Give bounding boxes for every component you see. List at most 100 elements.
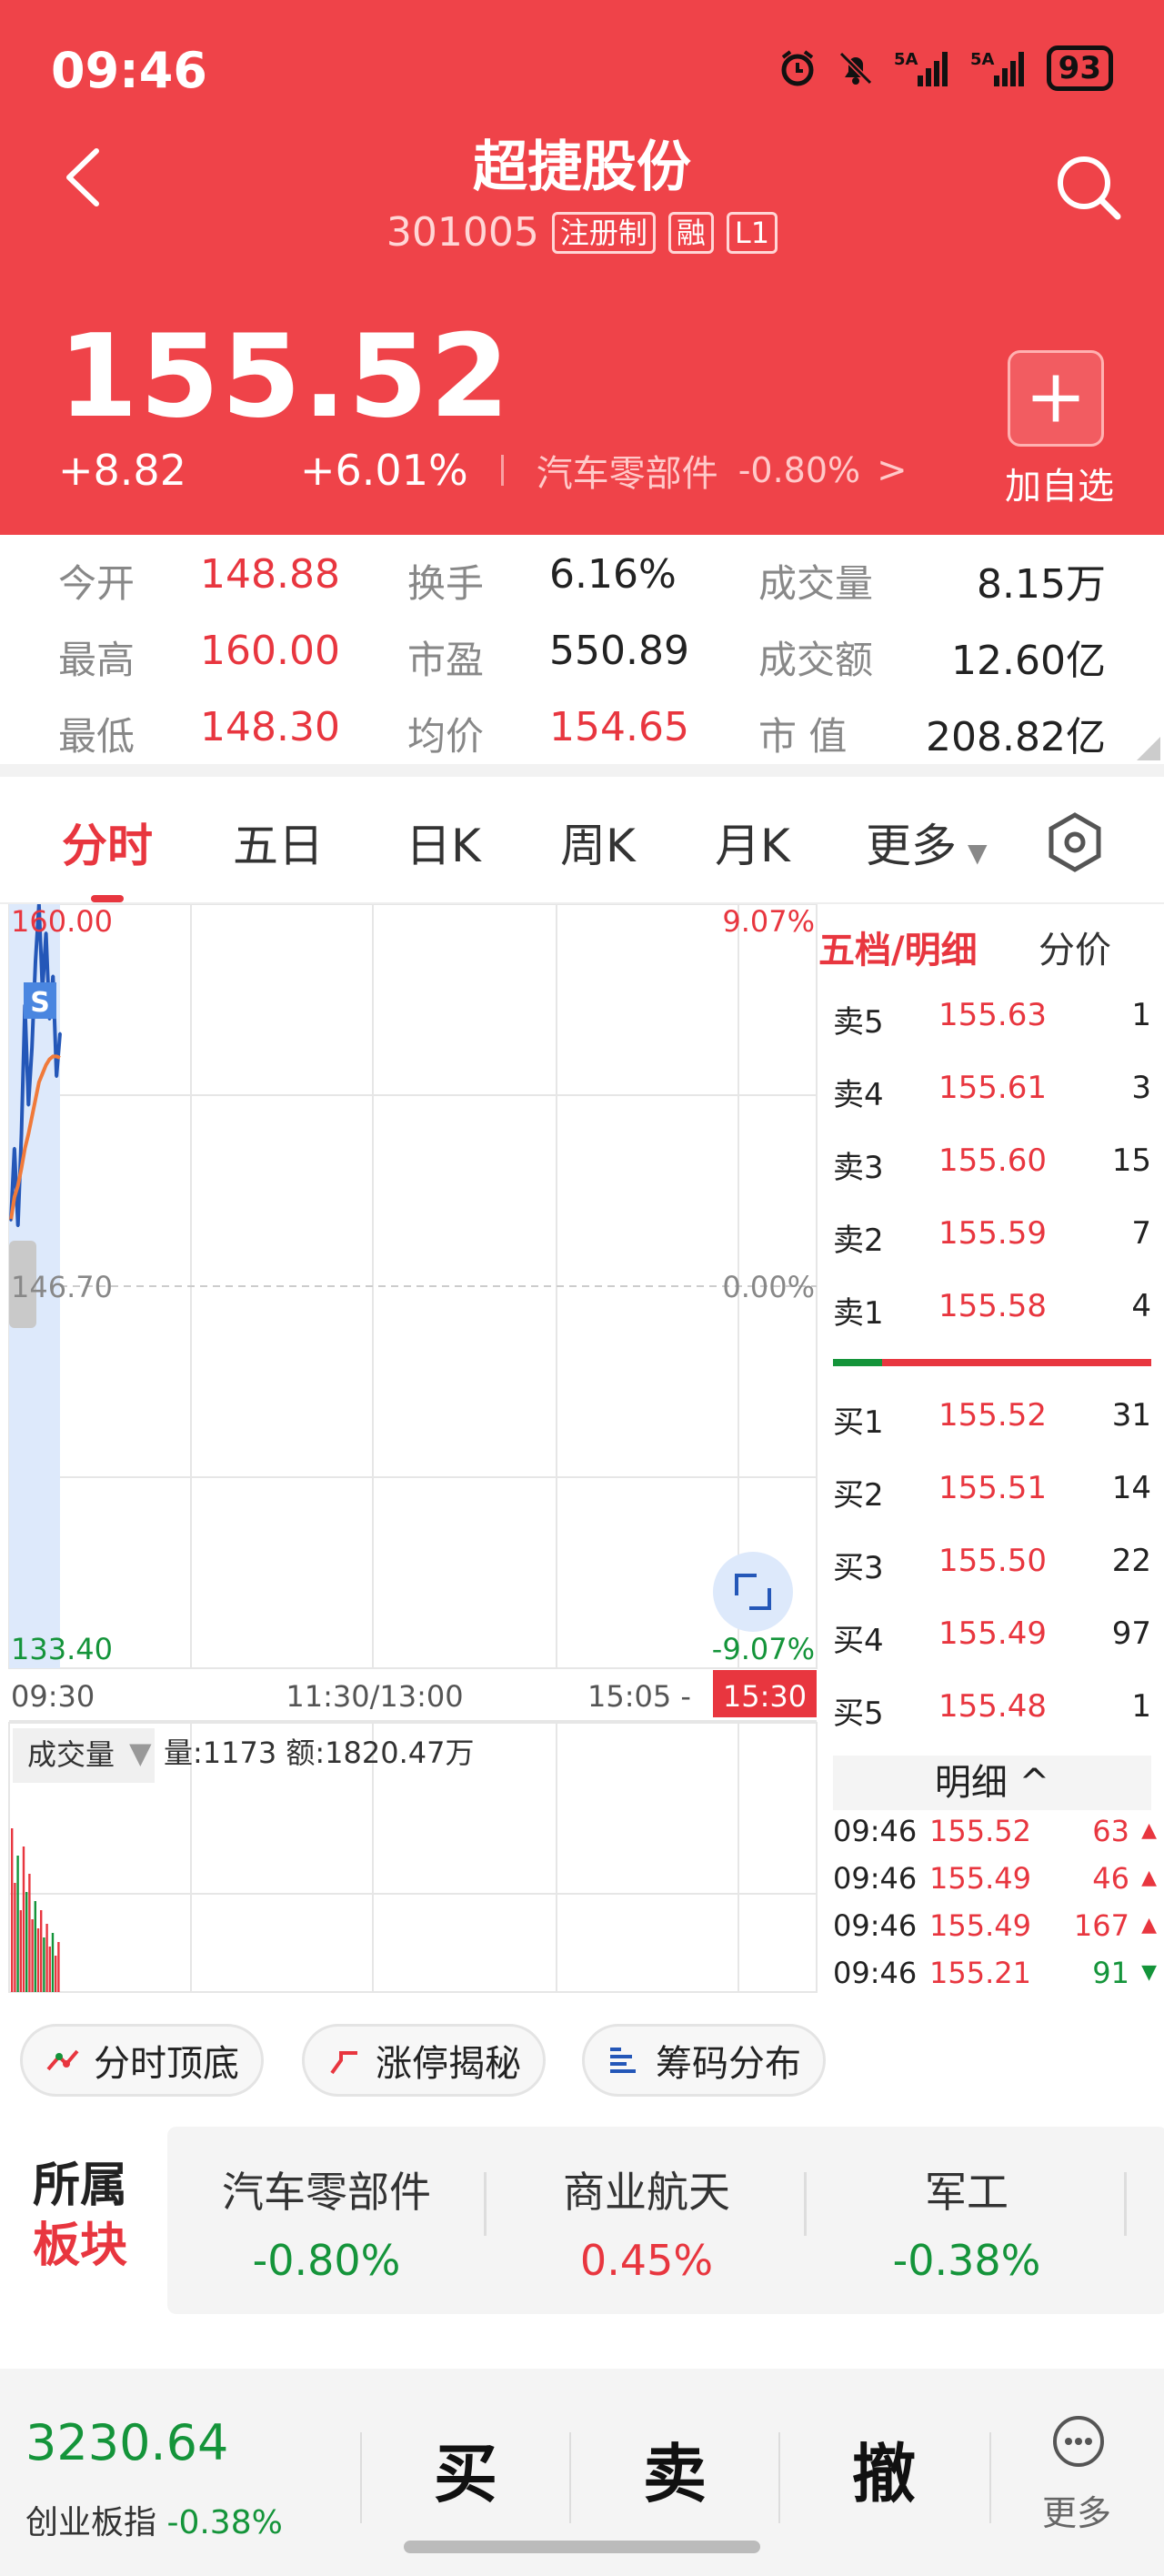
bid-row-4[interactable]: 买4 155.49 97 xyxy=(833,1615,1151,1688)
sector-item-aerospace[interactable]: 商业航天 0.45% xyxy=(487,2159,806,2285)
tool-top-bottom[interactable]: 分时顶底 xyxy=(20,2024,264,2097)
tick-row: 09:46 155.52 63 ▲ xyxy=(833,1814,1160,1861)
sector-list: 汽车零部件 -0.80% 商业航天 0.45% 军工 -0.38% xyxy=(167,2127,1164,2314)
x-axis-close-label: 15:30 xyxy=(723,1679,807,1714)
up-arrow-icon: ▲ xyxy=(1141,1867,1157,1889)
bid-row-5[interactable]: 买5 155.48 1 xyxy=(833,1688,1151,1761)
tool-limit-up[interactable]: 涨停揭秘 xyxy=(302,2024,546,2097)
more-icon[interactable] xyxy=(1051,2414,1106,2469)
tick-price: 155.49 xyxy=(929,1861,1031,1896)
plus-icon xyxy=(1032,375,1079,422)
top-bottom-icon xyxy=(46,2049,79,2071)
sector-item-auto-parts[interactable]: 汽车零部件 -0.80% xyxy=(167,2159,486,2285)
tab-daily-k[interactable]: 日K xyxy=(406,810,481,875)
volume-bars xyxy=(11,1828,60,1992)
tick-time: 09:46 xyxy=(833,1908,918,1943)
divider xyxy=(484,2172,487,2236)
volume-bar xyxy=(34,1901,36,1992)
volume-bar xyxy=(22,1846,25,1992)
expand-corner-icon[interactable] xyxy=(1137,737,1160,760)
code-row: 301005 注册制 融 L1 xyxy=(0,209,1164,256)
ask-volume: 3 xyxy=(1131,1070,1151,1106)
ask-row-2[interactable]: 卖2 155.59 7 xyxy=(833,1215,1151,1288)
more-label[interactable]: 更多 xyxy=(1042,2485,1111,2535)
sector-title-line1: 所属 xyxy=(33,2158,128,2213)
ask-row-3[interactable]: 卖3 155.60 15 xyxy=(833,1142,1151,1215)
volume-selector-label: 成交量 xyxy=(27,1737,115,1772)
tab-monthly-k[interactable]: 月K xyxy=(715,810,790,875)
tick-volume: 167 xyxy=(1073,1908,1129,1943)
divider xyxy=(778,2432,780,2523)
ask-row-4[interactable]: 卖4 155.61 3 xyxy=(833,1070,1151,1142)
index-percent: -0.38% xyxy=(166,2504,283,2541)
tab-weekly-k[interactable]: 周K xyxy=(560,810,636,875)
divider xyxy=(500,455,504,486)
bid-price: 155.52 xyxy=(938,1397,1047,1434)
sector-link-percent: -0.80% xyxy=(738,450,861,490)
stat-value-avg: 154.65 xyxy=(549,704,689,750)
stat-value-volume: 8.15万 xyxy=(977,561,1106,608)
stock-code: 301005 xyxy=(386,209,539,256)
status-time: 09:46 xyxy=(51,42,207,99)
stat-value-amount: 12.60亿 xyxy=(951,638,1106,684)
tab-price-distribution[interactable]: 分价 xyxy=(1039,921,1111,973)
cancel-order-button[interactable]: 撤 xyxy=(793,2423,975,2515)
current-price: 155.52 xyxy=(58,309,512,443)
volume-bar xyxy=(14,1883,16,1992)
price-point xyxy=(34,960,37,963)
tool-chip-distribution[interactable]: 筹码分布 xyxy=(582,2024,826,2097)
intraday-chart[interactable]: S 160.00 146.70 133.40 9.07% 0.00% -9.07… xyxy=(0,904,818,1996)
tab-five-day[interactable]: 五日 xyxy=(233,810,324,875)
detail-toggle[interactable]: 明细 ^ xyxy=(833,1756,1151,1810)
stock-name: 超捷股份 xyxy=(473,136,691,199)
fullscreen-button[interactable] xyxy=(713,1552,793,1632)
bid-row-2[interactable]: 买2 155.51 14 xyxy=(833,1470,1151,1543)
index-info[interactable]: 创业板指 -0.38% xyxy=(25,2496,283,2543)
tab-five-levels[interactable]: 五档/明细 xyxy=(818,921,978,973)
bid-row-1[interactable]: 买1 155.52 31 xyxy=(833,1397,1151,1470)
stat-label-low: 最低 xyxy=(58,714,135,759)
sell-button[interactable]: 卖 xyxy=(584,2423,766,2515)
stat-label-pe: 市盈 xyxy=(407,638,485,682)
stats-grid: 今开 148.88 换手 6.16% 成交量 8.15万 最高 160.00 市… xyxy=(0,535,1164,764)
divider xyxy=(989,2432,991,2523)
bid-volume: 31 xyxy=(1111,1397,1151,1434)
sector-item-military[interactable]: 军工 -0.38% xyxy=(808,2159,1126,2285)
chart-settings-icon[interactable] xyxy=(1042,810,1108,875)
volume-bar xyxy=(40,1910,43,1992)
ask-row-5[interactable]: 卖5 155.63 1 xyxy=(833,997,1151,1070)
tab-intraday[interactable]: 分时 xyxy=(62,810,153,875)
tick-time: 09:46 xyxy=(833,1861,918,1896)
pct-axis-mid-label: 0.00% xyxy=(722,1270,815,1304)
add-watchlist-button[interactable] xyxy=(1008,350,1104,447)
tag-level: L1 xyxy=(726,211,778,254)
stat-value-turnover: 6.16% xyxy=(549,551,677,598)
tab-more[interactable]: 更多 ▼ xyxy=(866,810,988,875)
stat-value-pe: 550.89 xyxy=(549,628,689,674)
ask-row-1[interactable]: 卖1 155.58 4 xyxy=(833,1288,1151,1361)
index-value[interactable]: 3230.64 xyxy=(25,2414,228,2471)
tick-row: 09:46 155.21 91 ▼ xyxy=(833,1956,1160,2003)
stat-label-open: 今开 xyxy=(58,561,135,606)
stat-label-volume: 成交量 xyxy=(758,561,874,606)
tick-volume: 46 xyxy=(1092,1861,1129,1896)
volume-bar xyxy=(11,1828,14,1992)
bid-label: 买2 xyxy=(833,1477,884,1514)
sector-title-line2: 板块 xyxy=(33,2219,128,2273)
bid-row-3[interactable]: 买3 155.50 22 xyxy=(833,1543,1151,1615)
search-button[interactable] xyxy=(1051,150,1124,223)
signal-icon: 5A xyxy=(894,50,948,86)
battery-indicator: 93 xyxy=(1046,45,1113,91)
tick-price: 155.21 xyxy=(929,1956,1031,1990)
tag-registration: 注册制 xyxy=(551,211,656,254)
caret-down-icon: ▼ xyxy=(129,1736,152,1770)
divider xyxy=(360,2432,362,2523)
sector-name: 军工 xyxy=(925,2168,1008,2217)
home-indicator[interactable] xyxy=(404,2541,760,2553)
stat-value-open: 148.88 xyxy=(200,551,340,598)
tick-time: 09:46 xyxy=(833,1956,918,1990)
change-row[interactable]: +8.82 +6.01% 汽车零部件 -0.80% > xyxy=(58,444,908,497)
buy-button[interactable]: 买 xyxy=(375,2423,557,2515)
tick-row: 09:46 155.49 167 ▲ xyxy=(833,1908,1160,1956)
add-watchlist-label[interactable]: 加自选 xyxy=(991,457,1128,509)
